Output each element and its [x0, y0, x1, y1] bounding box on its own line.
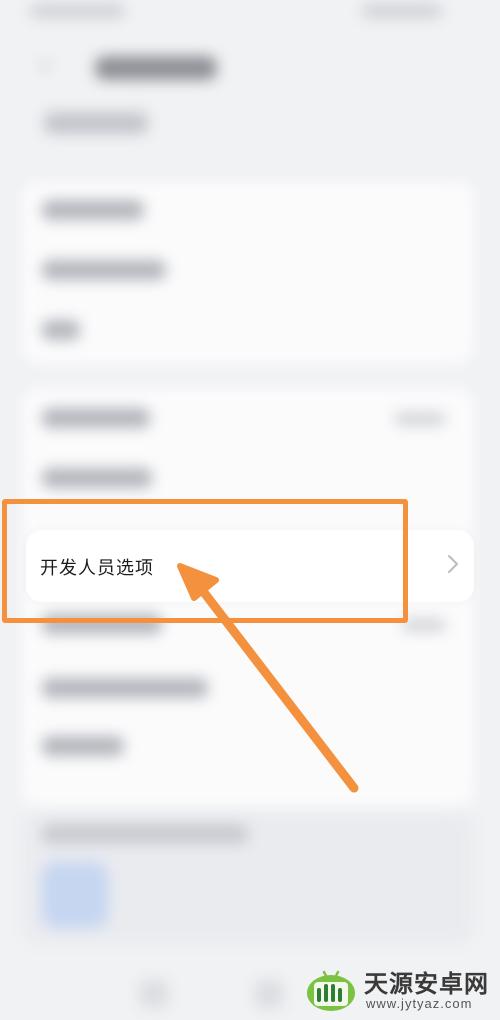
- watermark-url: www.jytyaz.com: [366, 996, 473, 1011]
- android-logo-icon: [307, 970, 355, 1011]
- developer-options-label: 开发人员选项: [40, 558, 154, 579]
- nav-icon[interactable]: [255, 980, 283, 1008]
- list-item[interactable]: [42, 614, 162, 634]
- app-icon[interactable]: [42, 862, 108, 928]
- status-icons: [362, 4, 442, 18]
- settings-card-top: [22, 182, 474, 364]
- developer-options-item[interactable]: 开发人员选项: [26, 530, 474, 602]
- list-item[interactable]: [42, 468, 152, 488]
- list-item[interactable]: [42, 320, 80, 340]
- watermark: 天源安卓网 www.jytyaz.com: [298, 962, 498, 1018]
- back-icon[interactable]: ‹: [40, 52, 62, 78]
- list-item: [42, 824, 248, 844]
- list-item[interactable]: [42, 200, 144, 220]
- list-item-value: [402, 618, 446, 632]
- list-item-value: [394, 412, 446, 426]
- status-bar: [0, 0, 500, 30]
- status-time: [30, 4, 125, 18]
- settings-card-bottom: [22, 812, 474, 944]
- nav-icon[interactable]: [140, 980, 168, 1008]
- header: ‹: [0, 40, 500, 100]
- list-item[interactable]: [42, 678, 208, 698]
- page-title: [95, 56, 217, 80]
- section-hint: [44, 112, 148, 134]
- list-item[interactable]: [42, 408, 150, 428]
- chevron-right-icon: [448, 555, 458, 573]
- list-item[interactable]: [42, 260, 166, 280]
- watermark-title: 天源安卓网: [364, 970, 489, 998]
- blurred-background: ‹: [0, 0, 500, 1020]
- list-item[interactable]: [42, 736, 124, 756]
